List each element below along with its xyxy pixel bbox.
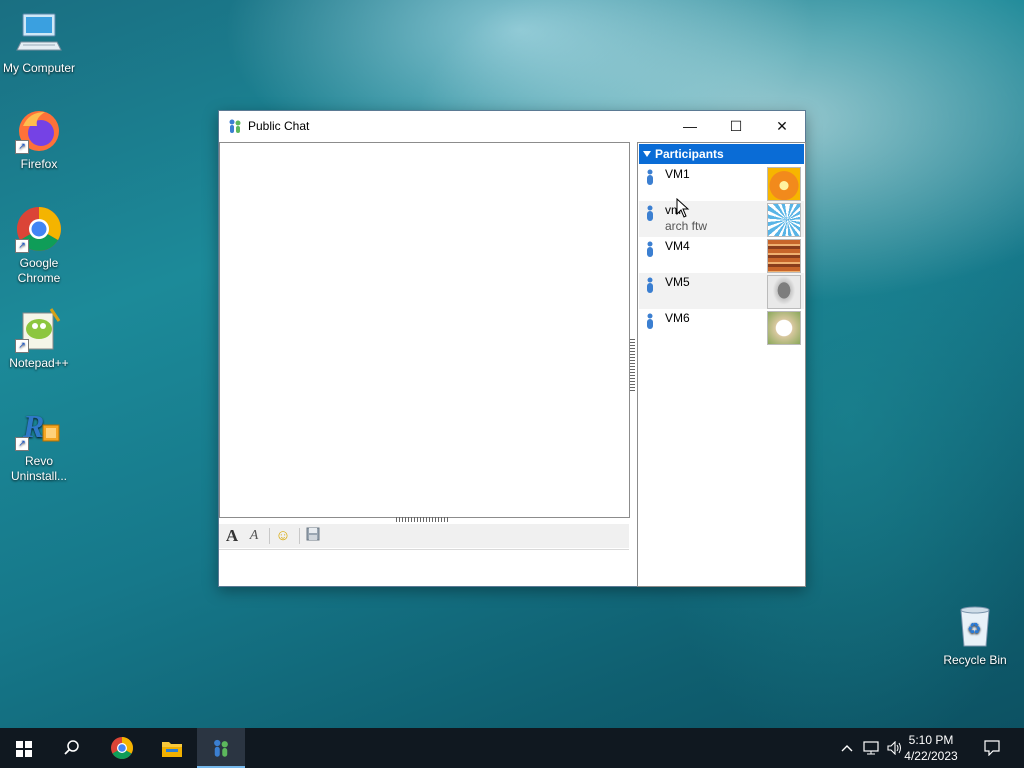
- chrome-icon: ↗: [15, 205, 63, 253]
- mouse-cursor-icon: [676, 198, 690, 218]
- participants-header[interactable]: Participants: [639, 144, 804, 164]
- emoji-icon[interactable]: ☺: [273, 527, 293, 545]
- public-chat-window: Public Chat — ☐ ✕ A A ☺ Participants VM1…: [218, 110, 806, 587]
- action-center-button[interactable]: [978, 728, 1006, 768]
- minimize-button[interactable]: —: [667, 111, 713, 141]
- system-clock[interactable]: 5:10 PM 4/22/2023: [896, 732, 966, 764]
- shortcut-arrow-icon: ↗: [15, 437, 29, 451]
- firefox-icon: ↗: [15, 106, 63, 154]
- chat-messages-area[interactable]: [219, 142, 630, 518]
- shortcut-arrow-icon: ↗: [15, 239, 29, 253]
- clock-date: 4/22/2023: [904, 749, 958, 763]
- desktop-icon-firefox[interactable]: ↗ Firefox: [1, 106, 77, 172]
- collapse-triangle-icon: [643, 151, 651, 157]
- desktop-icon-label: Notepad++: [9, 356, 69, 370]
- taskbar: 5:10 PM 4/22/2023: [0, 728, 1024, 768]
- desktop-icon-revo-uninstaller[interactable]: R ↗ Revo Uninstall...: [1, 403, 77, 484]
- title-bar[interactable]: Public Chat — ☐ ✕: [219, 111, 805, 141]
- start-button[interactable]: [0, 728, 48, 768]
- participant-item[interactable]: VM1: [639, 165, 804, 201]
- message-toolbar: A A ☺: [219, 524, 629, 548]
- network-icon[interactable]: [860, 728, 882, 768]
- message-input[interactable]: [219, 549, 629, 586]
- horizontal-splitter-handle[interactable]: [396, 517, 450, 522]
- notification-icon: [984, 740, 1000, 757]
- desktop-icon-label: Revo Uninstall...: [10, 454, 68, 483]
- desktop-icon-notepadpp[interactable]: ↗ Notepad++: [1, 305, 77, 371]
- notepadpp-icon: ↗: [15, 305, 63, 353]
- computer-icon: [15, 10, 63, 58]
- close-button[interactable]: ✕: [759, 111, 805, 141]
- participants-header-label: Participants: [655, 147, 724, 161]
- chrome-icon: [111, 737, 133, 759]
- user-icon: [645, 241, 655, 257]
- toolbar-separator: [299, 528, 300, 544]
- shortcut-arrow-icon: ↗: [15, 140, 29, 154]
- font-style-icon[interactable]: A: [244, 527, 264, 545]
- revo-uninstaller-icon: R ↗: [15, 403, 63, 451]
- search-button[interactable]: [48, 728, 96, 768]
- recycle-bin-icon: ♻: [951, 602, 999, 650]
- participant-item[interactable]: VM5: [639, 273, 804, 309]
- avatar: [767, 239, 801, 273]
- toolbar-separator: [269, 528, 270, 544]
- taskbar-chrome[interactable]: [98, 728, 146, 768]
- user-icon: [645, 313, 655, 329]
- user-icon: [645, 277, 655, 293]
- desktop-icon-label: Firefox: [20, 157, 58, 171]
- save-icon[interactable]: [303, 527, 323, 545]
- svg-text:♻: ♻: [967, 619, 981, 638]
- desktop-icon-label: My Computer: [2, 61, 76, 75]
- participant-name: VM1: [665, 167, 690, 181]
- participant-name: VM6: [665, 311, 690, 325]
- chat-app-icon: [227, 118, 243, 134]
- user-icon: [645, 169, 655, 185]
- avatar: [767, 167, 801, 201]
- avatar: [767, 203, 801, 237]
- participants-panel: Participants VM1 vm arch ftw VM4 VM5 VM6: [637, 142, 806, 587]
- taskbar-file-explorer[interactable]: [148, 728, 196, 768]
- desktop-icon-my-computer[interactable]: My Computer: [1, 10, 77, 76]
- desktop-icon-label: Recycle Bin: [943, 653, 1007, 667]
- clock-time: 5:10 PM: [908, 733, 954, 747]
- avatar: [767, 275, 801, 309]
- shortcut-arrow-icon: ↗: [15, 339, 29, 353]
- participant-item[interactable]: vm arch ftw: [639, 201, 804, 237]
- desktop-icon-google-chrome[interactable]: ↗ Google Chrome: [1, 205, 77, 286]
- participant-name: VM4: [665, 239, 690, 253]
- vertical-splitter-handle[interactable]: [630, 339, 635, 391]
- search-icon: [64, 740, 79, 755]
- participant-name: VM5: [665, 275, 690, 289]
- avatar: [767, 311, 801, 345]
- windows-logo-icon: [16, 741, 32, 757]
- chat-app-icon: [214, 739, 228, 757]
- desktop-icon-label: Google Chrome: [17, 256, 61, 285]
- participant-item[interactable]: VM6: [639, 309, 804, 345]
- user-icon: [645, 205, 655, 221]
- taskbar-public-chat[interactable]: [197, 728, 245, 768]
- maximize-button[interactable]: ☐: [713, 111, 759, 141]
- show-hidden-icons-chevron-icon[interactable]: [838, 728, 856, 768]
- folder-icon: [162, 742, 182, 757]
- window-title: Public Chat: [248, 119, 310, 133]
- desktop-icon-recycle-bin[interactable]: ♻ Recycle Bin: [937, 602, 1013, 668]
- participant-status: arch ftw: [665, 219, 708, 233]
- font-icon[interactable]: A: [222, 527, 242, 545]
- participant-item[interactable]: VM4: [639, 237, 804, 273]
